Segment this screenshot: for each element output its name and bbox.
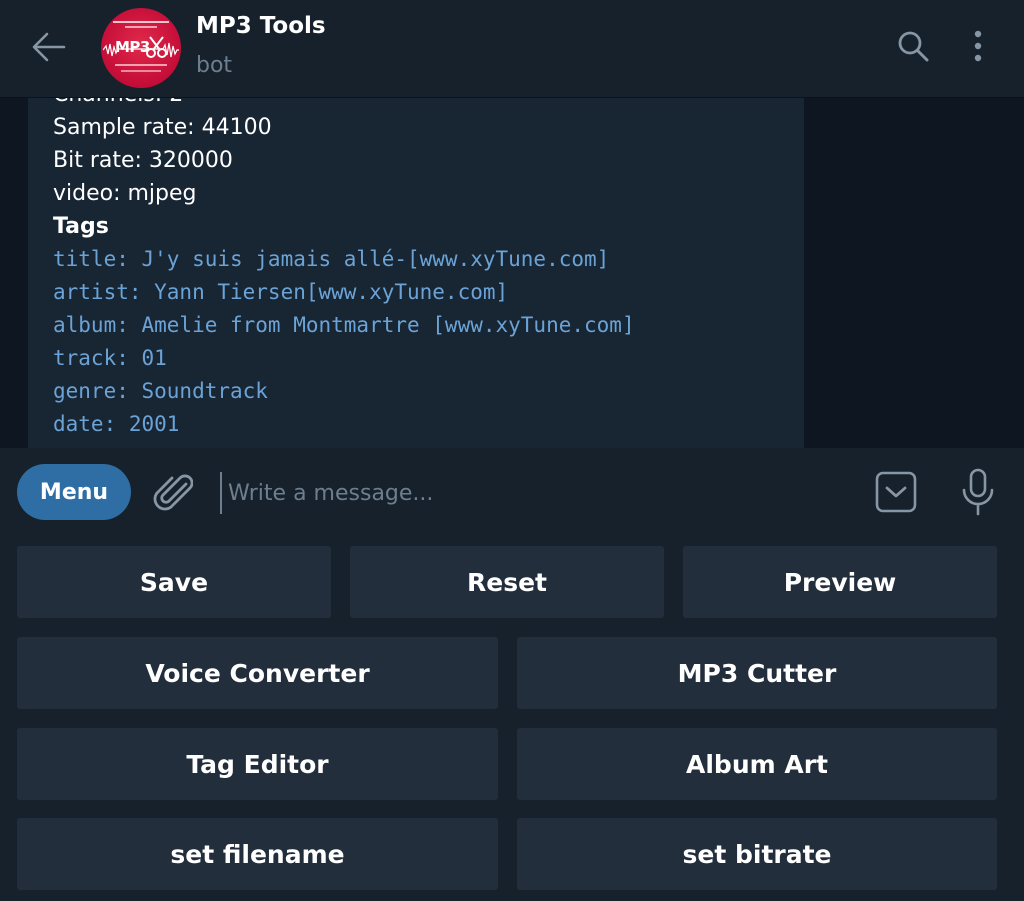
- search-icon: [898, 31, 929, 62]
- mp3-cutter-button[interactable]: MP3 Cutter: [517, 637, 997, 709]
- message-line: Tags: [53, 214, 109, 239]
- keyboard-toggle-button[interactable]: [874, 470, 918, 514]
- keyboard-toggle-icon: [875, 471, 917, 513]
- more-vertical-icon: [974, 30, 982, 62]
- search-button[interactable]: [893, 26, 933, 66]
- chat-status: bot: [196, 53, 233, 78]
- message-line: title: J'y suis jamais allé-[www.xyTune.…: [53, 247, 610, 271]
- message-list[interactable]: Channels: 2 Sample rate: 44100 Bit rate:…: [0, 98, 1024, 448]
- message-line: Sample rate: 44100: [53, 115, 272, 140]
- chat-title[interactable]: MP3 Tools: [196, 13, 326, 39]
- avatar-logo-text: MP3: [115, 38, 150, 56]
- back-button[interactable]: [24, 24, 74, 70]
- message-line: video: mjpeg: [53, 181, 197, 206]
- message-line: album: Amelie from Montmartre [www.xyTun…: [53, 313, 635, 337]
- paperclip-icon: [153, 474, 193, 511]
- bot-menu-button[interactable]: Menu: [17, 464, 131, 520]
- message-line: genre: Soundtrack: [53, 379, 268, 403]
- message-input[interactable]: [220, 472, 840, 514]
- bot-keyboard: Save Reset Preview Voice Converter MP3 C…: [0, 536, 1024, 901]
- avatar-decoration: [115, 64, 167, 66]
- reset-button[interactable]: Reset: [350, 546, 664, 618]
- set-bitrate-button[interactable]: set bitrate: [517, 818, 997, 890]
- avatar-decoration: [125, 26, 157, 28]
- tag-editor-button[interactable]: Tag Editor: [17, 728, 498, 800]
- microphone-icon: [962, 468, 994, 516]
- message-line: artist: Yann Tiersen[www.xyTune.com]: [53, 280, 509, 304]
- avatar-decoration: [113, 21, 169, 23]
- chat-header: MP3 MP3 Tools bot: [0, 0, 1024, 98]
- voice-message-button[interactable]: [956, 466, 1000, 518]
- avatar-decoration: [121, 70, 161, 72]
- message-line: Bit rate: 320000: [53, 148, 233, 173]
- telegram-chat-window: Channels: 2 Sample rate: 44100 Bit rate:…: [0, 0, 1024, 901]
- more-options-button[interactable]: [958, 26, 998, 66]
- save-button[interactable]: Save: [17, 546, 331, 618]
- message-line: Channels: 2: [53, 98, 793, 111]
- attach-button[interactable]: [150, 470, 196, 516]
- scissors-icon: [146, 36, 167, 58]
- message-line: track: 01: [53, 346, 167, 370]
- album-art-button[interactable]: Album Art: [517, 728, 997, 800]
- set-filename-button[interactable]: set filename: [17, 818, 498, 890]
- voice-converter-button[interactable]: Voice Converter: [17, 637, 498, 709]
- avatar[interactable]: MP3: [101, 8, 181, 88]
- message-text: Channels: 2 Sample rate: 44100 Bit rate:…: [53, 98, 793, 441]
- compose-bar: Menu: [0, 448, 1024, 536]
- message-line: date: 2001: [53, 412, 180, 436]
- preview-button[interactable]: Preview: [683, 546, 997, 618]
- arrow-left-icon: [32, 32, 66, 62]
